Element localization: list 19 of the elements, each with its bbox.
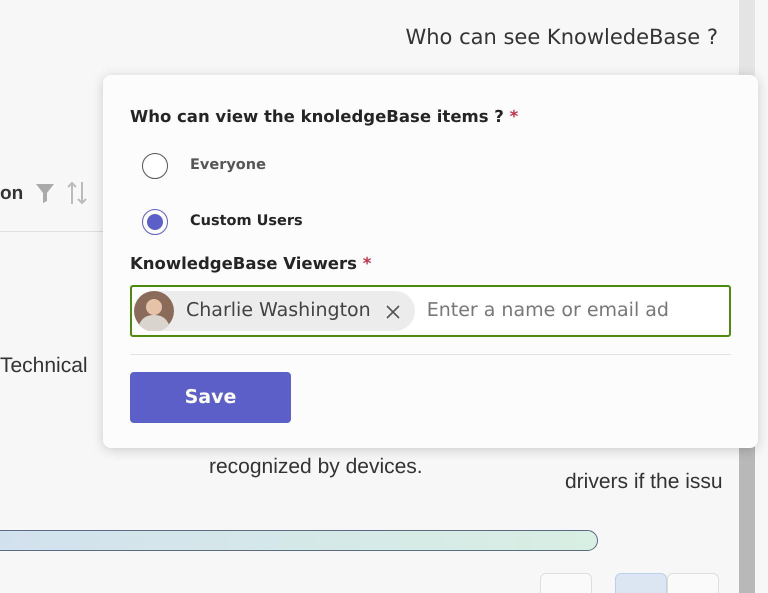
radio-button[interactable] <box>142 208 168 235</box>
people-picker-field[interactable]: Charlie Washington Enter a name or email ad <box>130 284 731 336</box>
radio-label[interactable]: Custom Users <box>190 210 303 233</box>
name-input[interactable]: Enter a name or email ad <box>424 295 729 326</box>
filter-icon[interactable] <box>35 182 56 204</box>
page-heading: Who can see KnowledeBase ? <box>405 25 718 49</box>
table-cell-text: Technical <box>0 353 88 379</box>
save-button[interactable]: Save <box>130 372 291 422</box>
person-name: Charlie Washington <box>186 298 371 324</box>
radio-button[interactable] <box>142 152 168 179</box>
horizontal-scrollbar[interactable] <box>0 530 598 551</box>
column-header: on <box>0 182 24 206</box>
radio-label[interactable]: Everyone <box>190 154 266 177</box>
viewers-label: KnowledgeBase Viewers * <box>130 252 372 275</box>
question-label: Who can view the knoledgeBase items ? * <box>130 106 520 128</box>
table-cell-text: drivers if the issu <box>565 469 723 495</box>
table-cell-text: recognized by devices. <box>209 454 423 480</box>
sort-icon[interactable] <box>67 180 88 206</box>
avatar-icon <box>134 290 174 330</box>
